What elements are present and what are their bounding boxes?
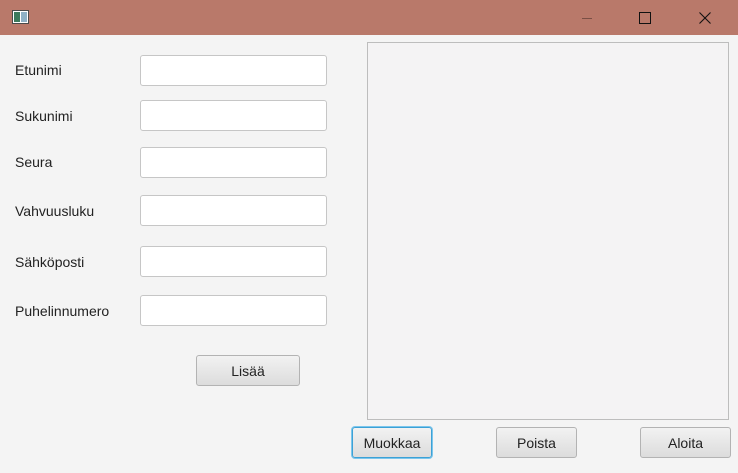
rating-label: Vahvuusluku — [15, 203, 95, 219]
title-bar[interactable] — [0, 0, 738, 35]
app-icon — [12, 10, 29, 24]
phone-input[interactable] — [140, 295, 327, 326]
last-name-label: Sukunimi — [15, 108, 73, 124]
start-button[interactable]: Aloita — [640, 427, 731, 458]
minimize-button[interactable] — [564, 0, 610, 35]
first-name-input[interactable] — [140, 55, 327, 86]
player-list[interactable] — [367, 42, 729, 420]
last-name-input[interactable] — [140, 100, 327, 131]
club-label: Seura — [15, 154, 53, 170]
edit-button[interactable]: Muokkaa — [352, 427, 432, 458]
first-name-label: Etunimi — [15, 62, 62, 78]
close-icon — [699, 11, 711, 24]
app-window: Etunimi Sukunimi Seura Vahvuusluku Sähkö… — [0, 0, 738, 473]
rating-input[interactable] — [140, 195, 327, 226]
email-label: Sähköposti — [15, 254, 85, 270]
close-button[interactable] — [682, 0, 728, 35]
add-button[interactable]: Lisää — [196, 355, 300, 386]
email-input[interactable] — [140, 246, 327, 277]
club-input[interactable] — [140, 147, 327, 178]
maximize-button[interactable] — [622, 0, 668, 35]
maximize-icon — [639, 11, 651, 24]
minimize-icon — [582, 17, 592, 19]
delete-button[interactable]: Poista — [496, 427, 577, 458]
phone-label: Puhelinnumero — [15, 303, 110, 319]
